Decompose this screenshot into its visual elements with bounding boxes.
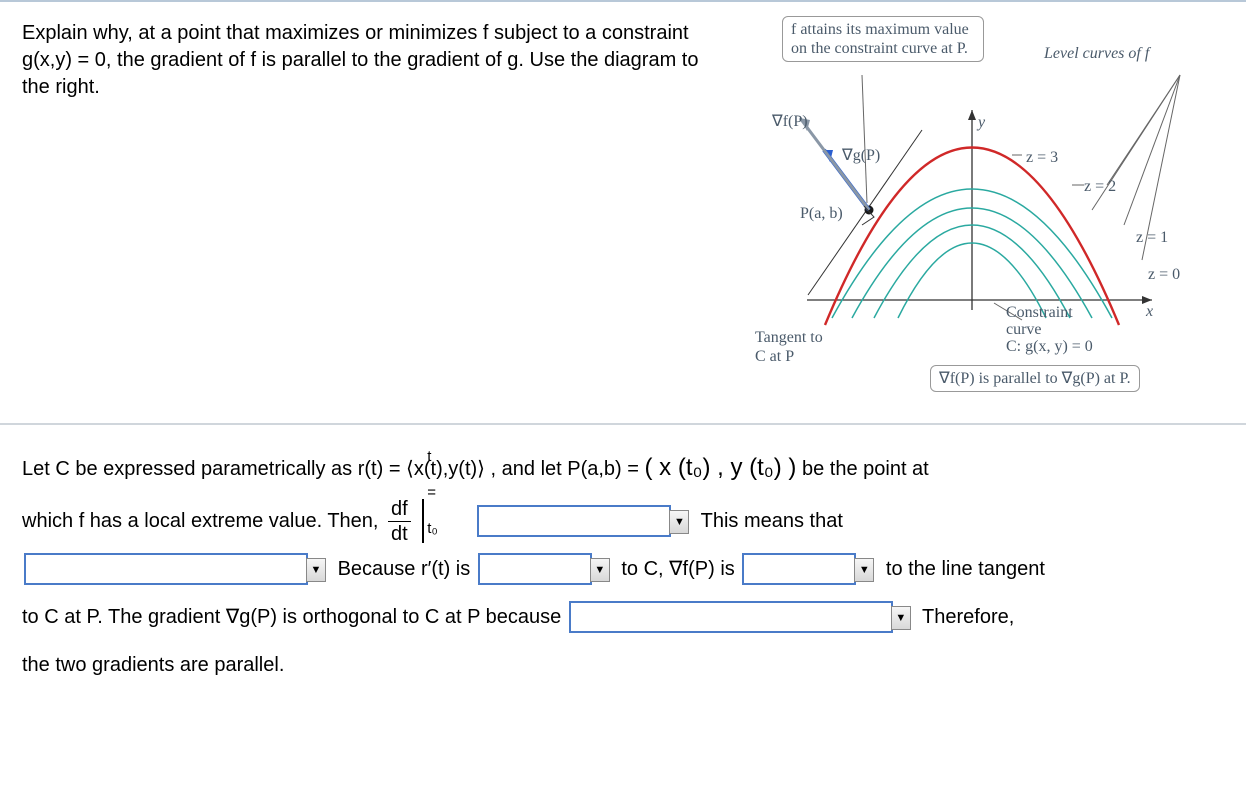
diagram-point-label: P(a, b)	[800, 204, 843, 223]
diagram-grad-g-label: ∇g(P)	[842, 146, 880, 165]
dropdown-blank-5[interactable]: ▼	[569, 601, 893, 633]
question-text: Explain why, at a point that maximizes o…	[22, 20, 702, 101]
chevron-down-icon: ▼	[669, 510, 689, 534]
dropdown-blank-2[interactable]: ▼	[24, 553, 308, 585]
diagram-z1-label: z = 1	[1136, 228, 1168, 247]
sol-text-line3d: to the line tangent	[886, 558, 1045, 580]
chevron-down-icon: ▼	[854, 558, 874, 582]
sol-text-line3c: to C, ∇f(P) is	[621, 558, 734, 580]
top-section: Explain why, at a point that maximizes o…	[0, 2, 1246, 415]
diagram-z2-label: z = 2	[1084, 177, 1116, 196]
diagram-grad-f-label: ∇f(P)	[772, 112, 808, 131]
diagram-callout-top: f attains its maximum value on the const…	[782, 16, 984, 62]
dropdown-blank-4[interactable]: ▼	[742, 553, 856, 585]
evaluation-subscript: t = t₀	[427, 439, 437, 547]
dropdown-blank-1[interactable]: ▼	[477, 505, 671, 537]
diagram-constraint-label3: C: g(x, y) = 0	[1006, 337, 1093, 356]
chevron-down-icon: ▼	[306, 558, 326, 582]
section-divider	[0, 423, 1246, 425]
solution-paragraph: Let C be expressed parametrically as r(t…	[0, 439, 1246, 689]
sol-p-def: ( x (t₀) , y (t₀) )	[645, 454, 797, 481]
chevron-down-icon: ▼	[891, 606, 911, 630]
fraction-num: df	[388, 499, 411, 522]
sol-text-line2a: which f has a local extreme value. Then,	[22, 510, 384, 532]
sol-text-line3b: Because r′(t) is	[338, 558, 471, 580]
diagram-x-axis-label: x	[1146, 302, 1153, 321]
diagram-level-curves-label: Level curves of f	[1044, 44, 1149, 63]
sol-text-line4a: to C at P. The gradient ∇g(P) is orthogo…	[22, 606, 561, 628]
sol-rt-def: r(t) = ⟨x(t),y(t)⟩	[358, 458, 485, 480]
chevron-down-icon: ▼	[590, 558, 610, 582]
diagram-y-axis-label: y	[978, 113, 985, 132]
diagram-z3-label: z = 3	[1026, 148, 1058, 167]
sol-text-line5: the two gradients are parallel.	[22, 654, 284, 676]
diagram: f attains its maximum value on the const…	[712, 20, 1224, 415]
fraction-dfdt: df dt	[388, 499, 411, 544]
dropdown-blank-3[interactable]: ▼	[478, 553, 592, 585]
diagram-callout-bottom: ∇f(P) is parallel to ∇g(P) at P.	[930, 365, 1140, 392]
evaluation-bar: t = t₀	[422, 499, 424, 543]
sol-text-line4b: Therefore,	[922, 606, 1014, 628]
diagram-z0-label: z = 0	[1148, 265, 1180, 284]
page-root: Explain why, at a point that maximizes o…	[0, 0, 1246, 798]
sol-text-lead: Let C be expressed parametrically as	[22, 458, 358, 480]
diagram-tangent-label: Tangent to C at P	[755, 328, 835, 366]
sol-text-andlet: , and let P(a,b) =	[491, 458, 645, 480]
sol-text-line2c: This means that	[701, 510, 843, 532]
fraction-den: dt	[388, 522, 411, 544]
sol-text-bepoint: be the point at	[802, 458, 929, 480]
